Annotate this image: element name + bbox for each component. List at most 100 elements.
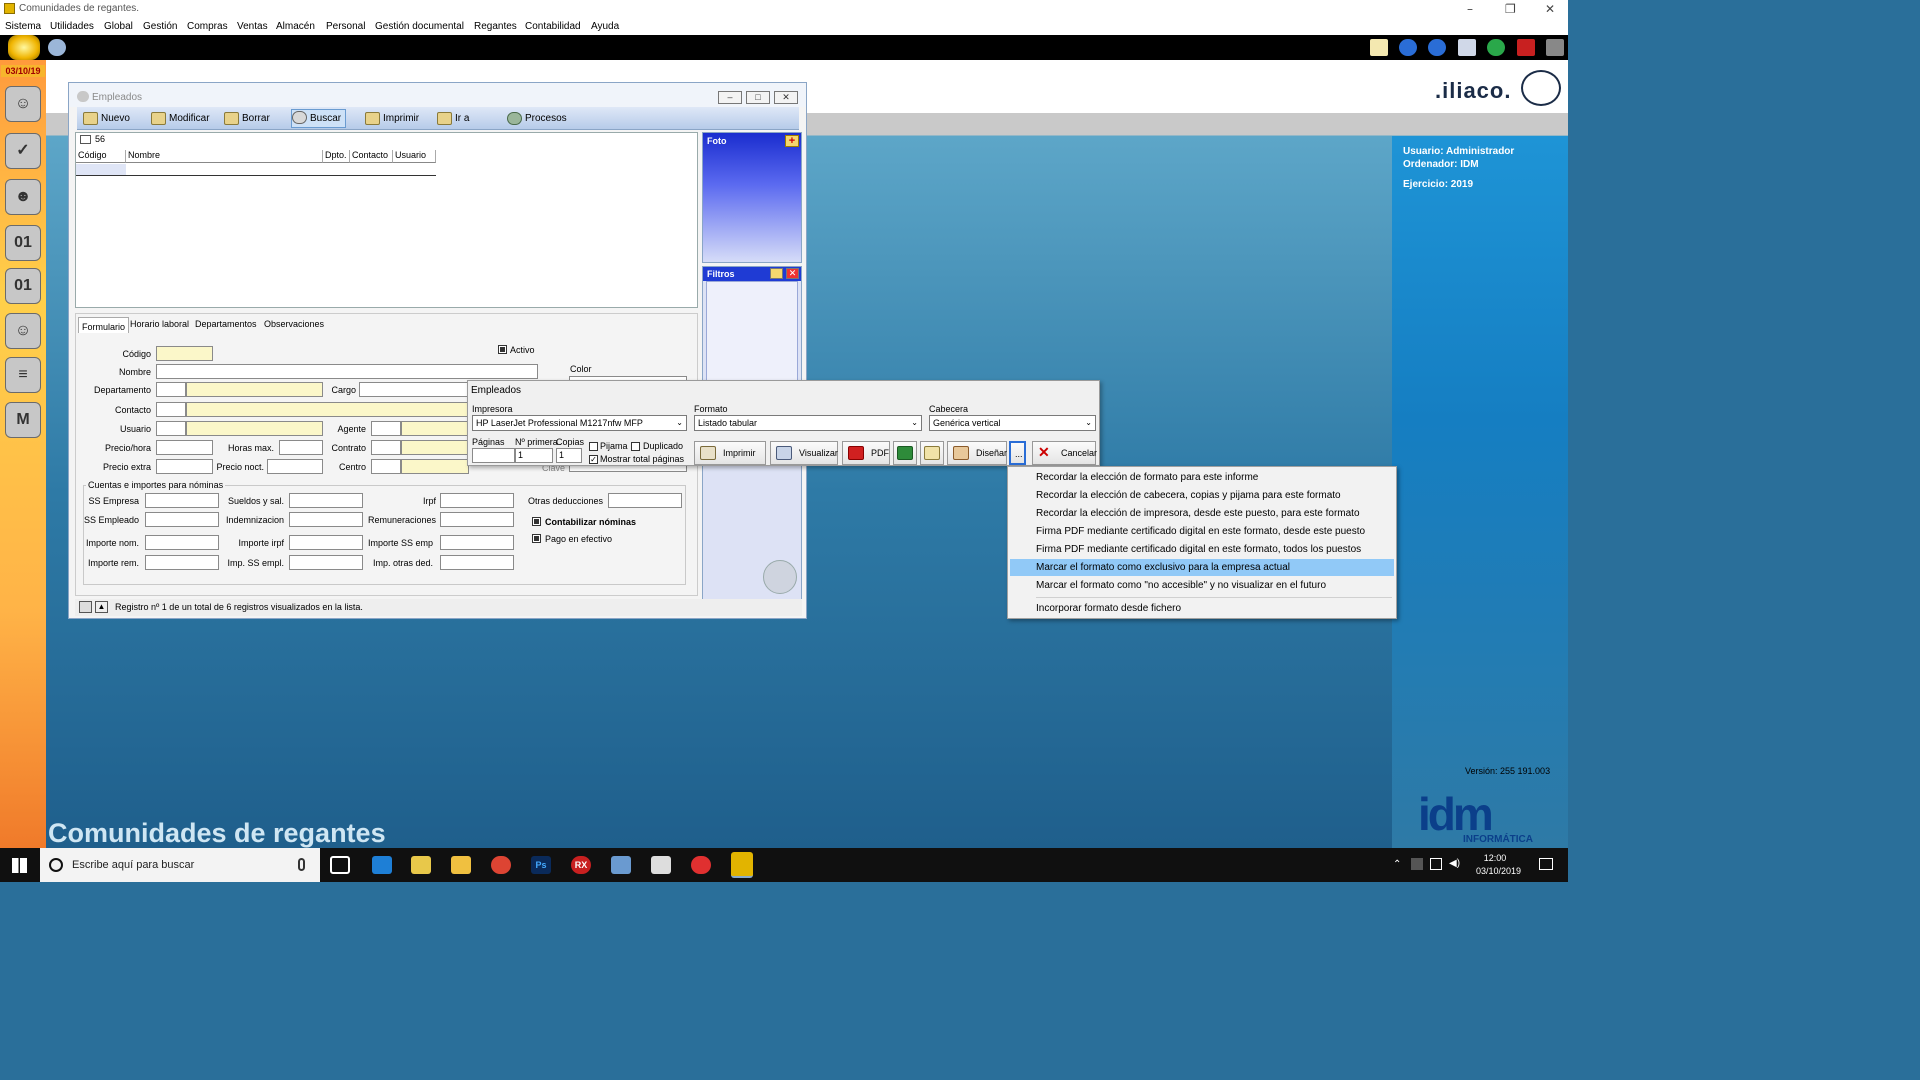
- more-options-button[interactable]: ...: [1009, 441, 1026, 465]
- imp-otras-ded-input[interactable]: [440, 555, 514, 570]
- checklist-icon[interactable]: ✓: [5, 133, 41, 169]
- pijama-checkbox[interactable]: [589, 442, 598, 451]
- sueldos-input[interactable]: [289, 493, 363, 508]
- activo-checkbox[interactable]: [498, 345, 507, 354]
- nuevo-button[interactable]: Nuevo: [83, 111, 130, 127]
- counter-01b-icon[interactable]: 01: [5, 268, 41, 304]
- tab-horario-laboral[interactable]: Horario laboral: [127, 317, 192, 331]
- menu-item-recordar-cabecera[interactable]: Recordar la elección de cabecera, copias…: [1010, 487, 1394, 504]
- horas-max-input[interactable]: [279, 440, 323, 455]
- departamento-code-input[interactable]: [156, 382, 186, 397]
- ss-empresa-input[interactable]: [145, 493, 219, 508]
- col-usuario[interactable]: Usuario: [393, 150, 436, 163]
- agente-code-input[interactable]: [371, 421, 401, 436]
- pdf-button[interactable]: PDF: [842, 441, 890, 465]
- col-codigo[interactable]: Código: [76, 150, 126, 163]
- taskbar-search[interactable]: Escribe aquí para buscar: [40, 848, 320, 882]
- close-icon[interactable]: ✕: [1545, 2, 1555, 16]
- taskbar-clock[interactable]: 12:00 03/10/2019: [1476, 852, 1521, 878]
- menu-item-incorporar-formato[interactable]: Incorporar formato desde fichero: [1010, 600, 1394, 617]
- menu-item-exclusivo-empresa[interactable]: Marcar el formato como exclusivo para la…: [1010, 559, 1394, 576]
- remuneraciones-input[interactable]: [440, 512, 514, 527]
- menu-gestion-documental[interactable]: Gestión documental: [375, 21, 464, 32]
- excel-button[interactable]: [893, 441, 917, 465]
- precio-noct-input[interactable]: [267, 459, 323, 474]
- tab-departamentos[interactable]: Departamentos: [192, 317, 260, 331]
- email-button[interactable]: [920, 441, 944, 465]
- table-row-cells[interactable]: [126, 164, 436, 176]
- otras-deducciones-input[interactable]: [608, 493, 682, 508]
- col-dpto[interactable]: Dpto.: [323, 150, 350, 163]
- person-settings-icon[interactable]: [763, 560, 797, 594]
- dropbox-icon[interactable]: [1411, 858, 1423, 870]
- regantes-app-icon[interactable]: [731, 852, 753, 878]
- app-icon-2[interactable]: [611, 856, 631, 874]
- task-view-icon[interactable]: [330, 856, 350, 874]
- menu-personal[interactable]: Personal: [326, 21, 365, 32]
- menu-almacen[interactable]: Almacén: [276, 21, 315, 32]
- menu-gestion[interactable]: Gestión: [143, 21, 177, 32]
- menu-global[interactable]: Global: [104, 21, 133, 32]
- indemnizacion-input[interactable]: [289, 512, 363, 527]
- usuario-name-input[interactable]: [186, 421, 323, 436]
- cancelar-button[interactable]: ✕ Cancelar: [1032, 441, 1097, 465]
- contacto-code-input[interactable]: [156, 402, 186, 417]
- contrato-code-input[interactable]: [371, 440, 401, 455]
- back-arrow-icon[interactable]: [1399, 39, 1417, 56]
- centro-code-input[interactable]: [371, 459, 401, 474]
- ss-empleado-input[interactable]: [145, 512, 219, 527]
- grid-menu-icon[interactable]: [80, 135, 91, 144]
- menu-regantes[interactable]: Regantes: [474, 21, 517, 32]
- menu-item-firma-pdf-todos[interactable]: Firma PDF mediante certificado digital e…: [1010, 541, 1394, 558]
- disenar-button[interactable]: Diseñar: [947, 441, 1007, 465]
- employees-grid[interactable]: 56 Código Nombre Dpto. Contacto Usuario: [75, 132, 698, 308]
- menu-compras[interactable]: Compras: [187, 21, 228, 32]
- help-icon[interactable]: [1487, 39, 1505, 56]
- impresora-select[interactable]: HP LaserJet Professional M1217nfw MFP ⌄: [472, 415, 687, 431]
- app-icon-1[interactable]: [411, 856, 431, 874]
- database-icon[interactable]: ≡: [5, 357, 41, 393]
- calculator-icon[interactable]: [651, 856, 671, 874]
- contabilizar-checkbox[interactable]: [532, 517, 541, 526]
- m-module-icon[interactable]: M: [5, 402, 41, 438]
- borrar-button[interactable]: Borrar: [224, 111, 270, 127]
- ir-a-button[interactable]: Ir a: [437, 111, 469, 127]
- notifications-icon[interactable]: [1539, 858, 1553, 870]
- microphone-icon[interactable]: [298, 858, 305, 871]
- users-icon[interactable]: ☺: [5, 86, 41, 122]
- rx-icon[interactable]: RX: [571, 856, 591, 874]
- windows-icon[interactable]: [1458, 39, 1476, 56]
- tools-icon[interactable]: [1546, 39, 1564, 56]
- minimize-icon[interactable]: –: [1467, 2, 1473, 16]
- col-contacto[interactable]: Contacto: [350, 150, 393, 163]
- app-icon-3[interactable]: [691, 856, 711, 874]
- precio-extra-input[interactable]: [156, 459, 213, 474]
- duplicado-checkbox[interactable]: [631, 442, 640, 451]
- col-nombre[interactable]: Nombre: [126, 150, 323, 163]
- menu-sistema[interactable]: Sistema: [5, 21, 41, 32]
- tray-chevron-icon[interactable]: ⌃: [1393, 859, 1401, 870]
- modificar-button[interactable]: Modificar: [151, 111, 210, 127]
- imprimir-button[interactable]: Imprimir: [694, 441, 766, 465]
- contrato-name-input[interactable]: [401, 440, 469, 455]
- person-icon[interactable]: ☻: [5, 179, 41, 215]
- counter-01-icon[interactable]: 01: [5, 225, 41, 261]
- menu-item-no-accesible[interactable]: Marcar el formato como "no accesible" y …: [1010, 577, 1394, 594]
- photoshop-icon[interactable]: Ps: [531, 856, 551, 874]
- precio-hora-input[interactable]: [156, 440, 213, 455]
- forward-arrow-icon[interactable]: [1428, 39, 1446, 56]
- tab-observaciones[interactable]: Observaciones: [261, 317, 327, 331]
- agente-name-input[interactable]: [401, 421, 469, 436]
- menu-item-firma-pdf-puesto[interactable]: Firma PDF mediante certificado digital e…: [1010, 523, 1394, 540]
- mail-icon[interactable]: [1370, 39, 1388, 56]
- importe-nom-input[interactable]: [145, 535, 219, 550]
- centro-name-input[interactable]: [401, 459, 469, 474]
- importe-ss-emp-input[interactable]: [440, 535, 514, 550]
- table-row[interactable]: [76, 164, 126, 176]
- pago-efectivo-checkbox[interactable]: [532, 534, 541, 543]
- copias-stepper[interactable]: 1: [556, 448, 582, 463]
- collapse-icon[interactable]: ▲: [95, 601, 108, 613]
- visualizar-button[interactable]: Visualizar: [770, 441, 838, 465]
- status-menu-icon[interactable]: [79, 601, 92, 613]
- irpf-input[interactable]: [440, 493, 514, 508]
